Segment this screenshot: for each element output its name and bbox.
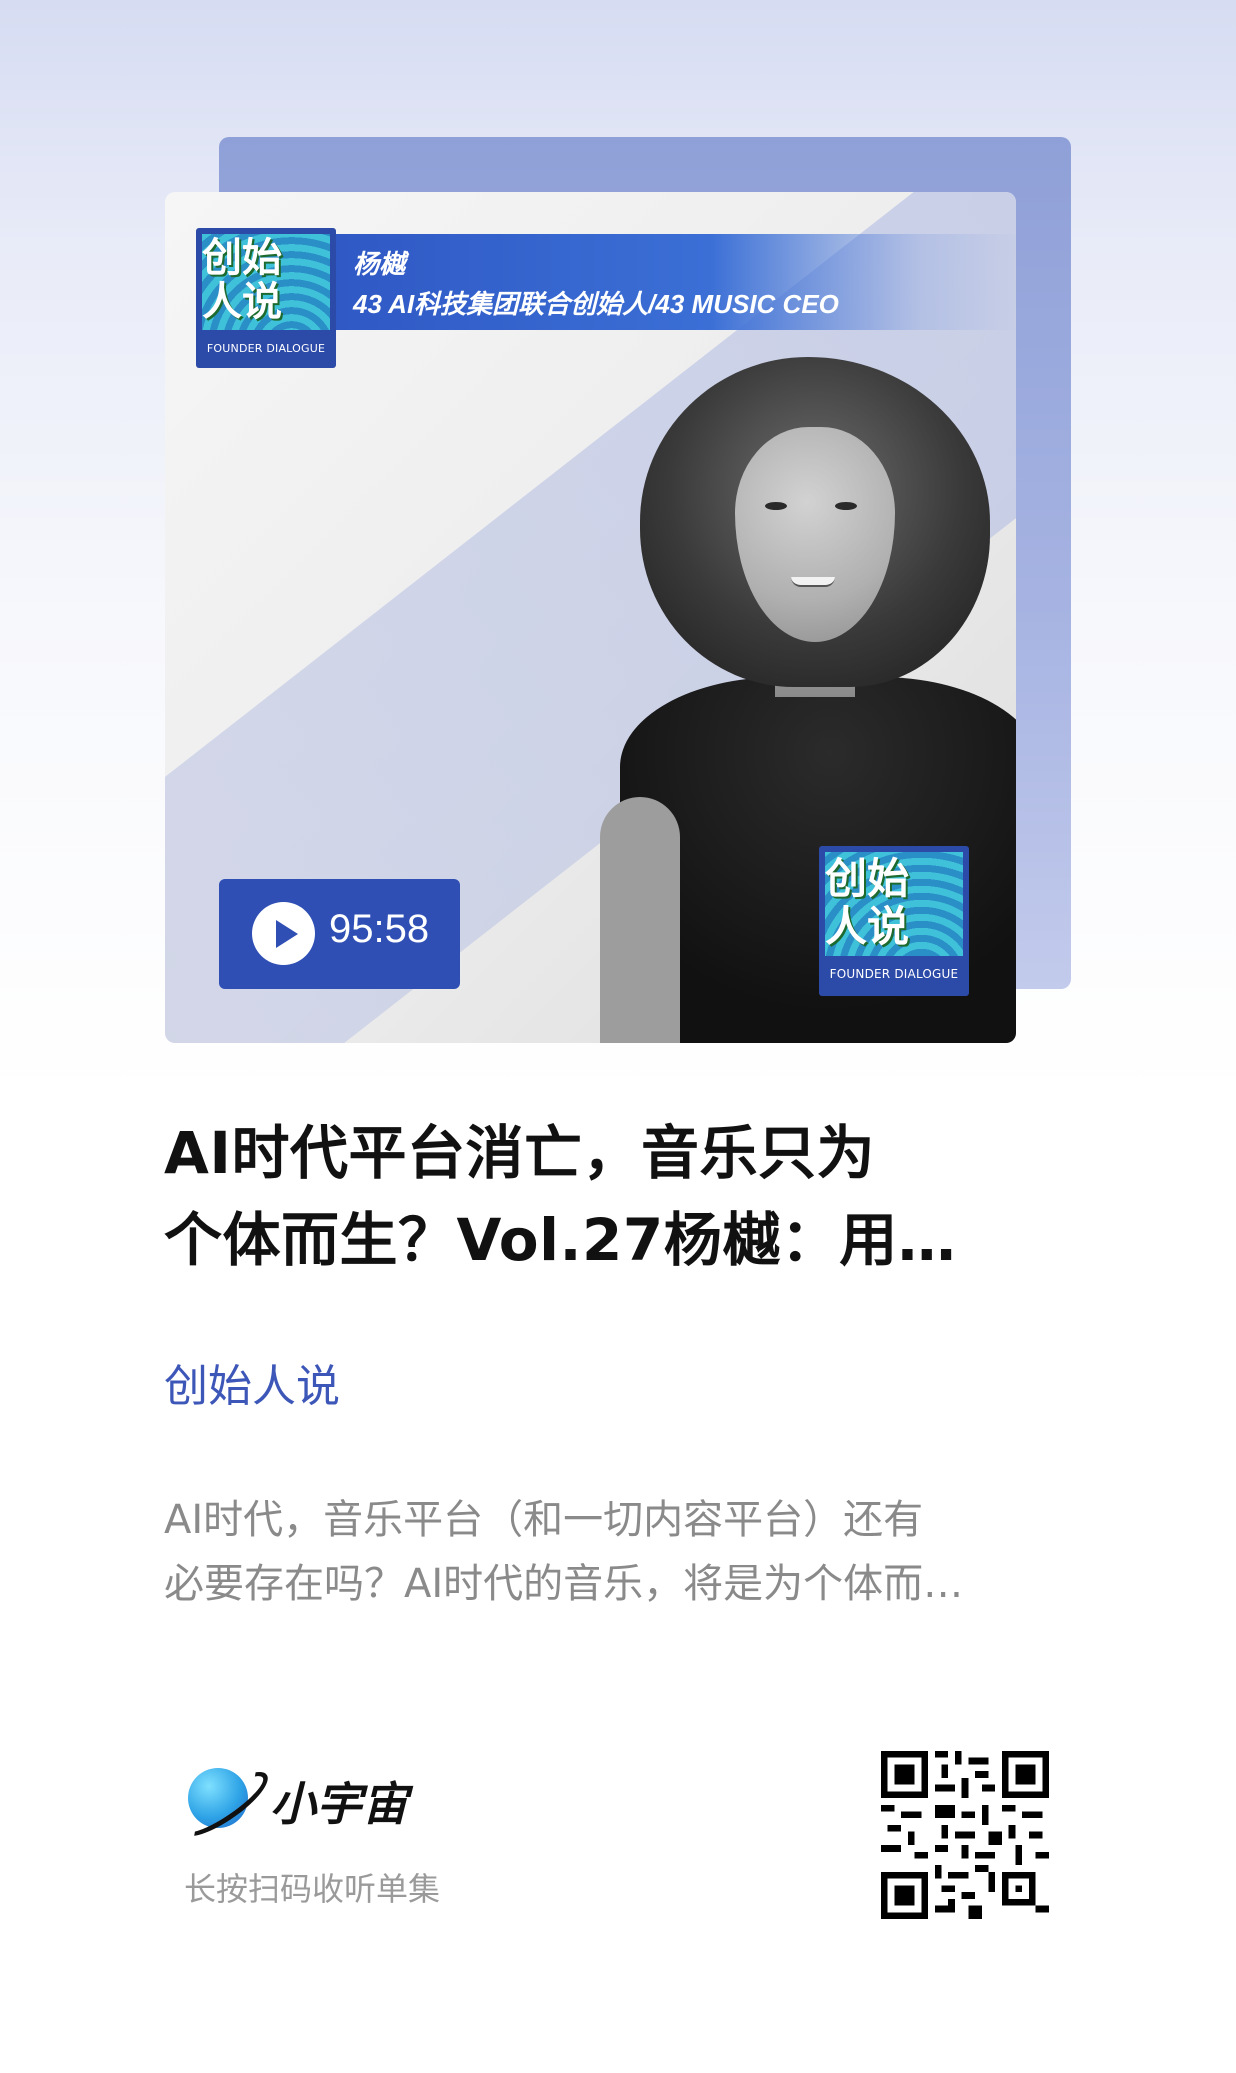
play-icon [252,902,315,965]
cover-guest-role: 43 AI科技集团联合创始人/43 MUSIC CEO [353,289,839,319]
logo-text-line2: 人说 [825,902,910,951]
logo-text-line2: 人说 [202,279,282,325]
logo-subtitle: FOUNDER DIALOGUE [206,342,326,355]
episode-duration: 95:58 [329,907,430,951]
episode-title-line2: 个体而生？Vol.27杨樾：用… [164,1206,957,1274]
episode-title-line1: AI时代平台消亡，音乐只为 [164,1119,875,1187]
logo-text-line1: 创始 [202,235,282,281]
cover-guest-name: 杨樾 [353,249,406,279]
logo-subtitle: FOUNDER DIALOGUE [829,967,959,981]
founder-dialogue-logo-bottom: 创始 人说 FOUNDER DIALOGUE [819,846,969,996]
xiaoyuzhou-brand: 小宇宙 [174,1761,438,1847]
episode-description: AI时代，音乐平台（和一切内容平台）还有 必要存在吗？AI时代的音乐，将是为个体… [164,1488,1064,1616]
episode-description-line1: AI时代，音乐平台（和一切内容平台）还有 [164,1497,924,1543]
logo-text-line1: 创始 [825,854,910,903]
brand-name: 小宇宙 [270,1777,408,1831]
play-button[interactable]: 95:58 [219,879,460,989]
episode-description-line2: 必要存在吗？AI时代的音乐，将是为个体而… [164,1561,964,1607]
founder-dialogue-logo-top: 创始 人说 FOUNDER DIALOGUE [196,228,336,368]
podcast-channel-link[interactable]: 创始人说 [164,1350,340,1414]
episode-title: AI时代平台消亡，音乐只为 个体而生？Vol.27杨樾：用… [164,1110,1044,1284]
qr-code[interactable] [881,1751,1049,1919]
scan-hint: 长按扫码收听单集 [184,1870,441,1908]
